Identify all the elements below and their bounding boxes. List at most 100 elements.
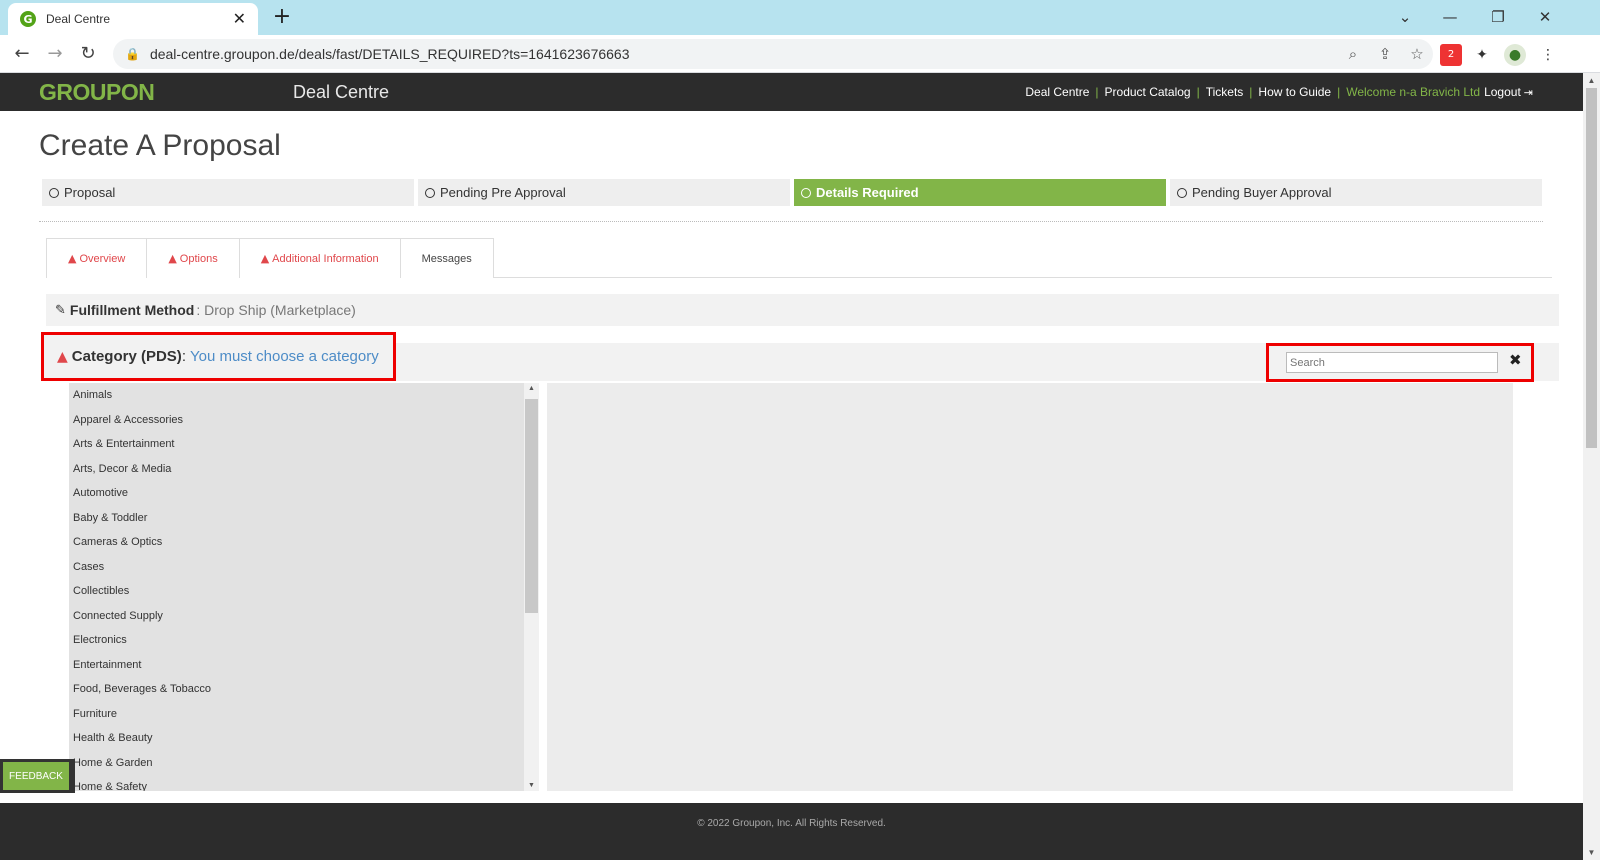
url-text: deal-centre.groupon.de/deals/fast/DETAIL…: [149, 46, 630, 62]
nav-deal-centre[interactable]: Deal Centre: [1025, 85, 1089, 99]
step-proposal: Proposal: [42, 179, 414, 206]
browser-menu-icon[interactable]: ⋮: [1537, 44, 1559, 66]
browser-tabstrip: G Deal Centre ✕ + ⌄ — ❐ ✕: [0, 0, 1600, 35]
forward-arrow-icon[interactable]: →: [43, 42, 67, 66]
step-pending-buyer-approval: Pending Buyer Approval: [1170, 179, 1542, 206]
fulfillment-label: Fulfillment Method: [69, 302, 195, 318]
nav-how-to-guide[interactable]: How to Guide: [1258, 85, 1331, 99]
tab-overview[interactable]: ▲ Overview: [46, 238, 148, 278]
category-scroll-thumb[interactable]: [525, 399, 538, 613]
category-item[interactable]: Home & Garden: [69, 751, 539, 776]
scroll-down-arrow-icon[interactable]: ▼: [1583, 848, 1600, 857]
category-heading: ▲ Category (PDS) : You must choose a cat…: [41, 332, 396, 381]
copyright-text: © 2022 Groupon, Inc. All Rights Reserved…: [697, 818, 886, 829]
browser-tab[interactable]: G Deal Centre ✕: [8, 3, 258, 35]
page-viewport: GROUPON Deal Centre Deal Centre | Produc…: [0, 73, 1583, 860]
category-item[interactable]: Arts & Entertainment: [69, 432, 539, 457]
bookmark-star-icon[interactable]: ☆: [1401, 45, 1433, 63]
restore-window-icon[interactable]: ❐: [1478, 4, 1518, 30]
circle-icon: [801, 187, 811, 198]
category-item[interactable]: Furniture: [69, 702, 539, 727]
nav-product-catalog[interactable]: Product Catalog: [1105, 85, 1191, 99]
warning-icon: ▲: [260, 252, 270, 265]
category-item[interactable]: Electronics: [69, 628, 539, 653]
category-item[interactable]: Animals: [69, 383, 539, 408]
back-arrow-icon[interactable]: ←: [10, 42, 34, 66]
step-details-required: Details Required: [794, 179, 1166, 206]
site-header: GROUPON Deal Centre Deal Centre | Produc…: [0, 73, 1583, 111]
category-item[interactable]: Cameras & Optics: [69, 530, 539, 555]
app-name: Deal Centre: [293, 82, 390, 102]
tab-messages[interactable]: Messages: [399, 238, 494, 278]
category-item[interactable]: Connected Supply: [69, 604, 539, 629]
welcome-text: Welcome n-a Bravich Ltd: [1346, 85, 1481, 99]
category-required-message: You must choose a category: [189, 348, 379, 365]
category-item[interactable]: Entertainment: [69, 653, 539, 678]
category-item[interactable]: Collectibles: [69, 579, 539, 604]
category-scrollbar[interactable]: ▲ ▼: [524, 383, 539, 791]
category-search-area: ✖: [1266, 343, 1534, 382]
category-list: Animals Apparel & Accessories Arts & Enter…: [69, 383, 539, 791]
feedback-container: FEEDBACK: [0, 759, 75, 793]
page-scroll-thumb[interactable]: [1586, 88, 1597, 448]
scroll-up-arrow-icon[interactable]: ▲: [524, 385, 539, 392]
scroll-down-arrow-icon[interactable]: ▼: [524, 782, 539, 789]
feedback-button[interactable]: FEEDBACK: [3, 762, 69, 790]
pencil-icon[interactable]: ✎: [55, 303, 66, 318]
logout-link[interactable]: Logout: [1484, 85, 1521, 99]
top-nav: Deal Centre | Product Catalog | Tickets …: [1025, 85, 1533, 99]
minimize-window-icon[interactable]: —: [1430, 4, 1470, 30]
address-bar[interactable]: 🔒 deal-centre.groupon.de/deals/fast/DETA…: [113, 39, 1433, 69]
category-item[interactable]: Automotive: [69, 481, 539, 506]
category-item[interactable]: Food, Beverages & Tobacco: [69, 677, 539, 702]
warning-icon: ▲: [168, 252, 177, 265]
close-tab-icon[interactable]: ✕: [233, 9, 246, 29]
category-item[interactable]: Arts, Decor & Media: [69, 457, 539, 482]
category-label: Category (PDS): [71, 348, 182, 365]
category-item[interactable]: Baby & Toddler: [69, 506, 539, 531]
category-item[interactable]: Apparel & Accessories: [69, 408, 539, 433]
warning-icon: ▲: [68, 252, 77, 265]
category-item[interactable]: Health & Beauty: [69, 726, 539, 751]
category-item[interactable]: Cases: [69, 555, 539, 580]
scroll-up-arrow-icon[interactable]: ▲: [1583, 76, 1600, 85]
circle-icon: [425, 187, 435, 198]
logout-icon[interactable]: ⇥: [1524, 86, 1533, 99]
calendar-extension-icon[interactable]: 2: [1440, 44, 1462, 66]
zoom-icon[interactable]: ⌕: [1337, 45, 1369, 63]
category-list-panel: Animals Apparel & Accessories Arts & Enter…: [69, 383, 539, 791]
tab-title: Deal Centre: [46, 12, 111, 26]
page-title: Create A Proposal: [39, 129, 281, 162]
profile-avatar-icon[interactable]: ●: [1504, 44, 1526, 66]
extension-badge: 2: [1447, 49, 1455, 60]
category-separator: :: [181, 348, 186, 365]
proposal-tabs: ▲ Overview ▲ Options ▲ Additional Inform…: [46, 238, 1552, 278]
circle-icon: [1177, 187, 1187, 198]
circle-icon: [49, 187, 59, 198]
fulfillment-method-row[interactable]: ✎ Fulfillment Method : Drop Ship (Market…: [46, 294, 1559, 326]
reload-icon[interactable]: ↻: [76, 42, 100, 66]
category-item[interactable]: Home & Safety: [69, 775, 539, 791]
subcategory-panel: [547, 383, 1513, 791]
step-pending-pre-approval: Pending Pre Approval: [418, 179, 790, 206]
warning-icon: ▲: [57, 348, 68, 365]
nav-tickets[interactable]: Tickets: [1206, 85, 1244, 99]
share-icon[interactable]: ⇪: [1369, 45, 1401, 63]
fulfillment-value: : Drop Ship (Marketplace): [196, 302, 356, 318]
groupon-favicon-icon: G: [20, 11, 36, 27]
groupon-logo[interactable]: GROUPON: [39, 79, 155, 106]
tab-options[interactable]: ▲ Options: [146, 238, 240, 278]
site-footer: © 2022 Groupon, Inc. All Rights Reserved…: [0, 803, 1583, 860]
lock-icon: 🔒: [125, 47, 140, 61]
page-scrollbar[interactable]: ▲ ▼: [1583, 73, 1600, 860]
browser-toolbar: ← → ↻ 🔒 deal-centre.groupon.de/deals/fas…: [0, 35, 1600, 73]
close-window-icon[interactable]: ✕: [1525, 4, 1565, 30]
category-search-input[interactable]: [1286, 352, 1498, 373]
clear-search-icon[interactable]: ✖: [1509, 351, 1522, 369]
tab-search-chevron-icon[interactable]: ⌄: [1385, 4, 1425, 30]
tab-additional-information[interactable]: ▲ Additional Information: [238, 238, 401, 278]
divider: [39, 221, 1543, 222]
extensions-puzzle-icon[interactable]: ✦: [1471, 44, 1493, 66]
proposal-steps: Proposal Pending Pre Approval Details Re…: [42, 179, 1542, 206]
new-tab-button[interactable]: +: [270, 4, 294, 30]
